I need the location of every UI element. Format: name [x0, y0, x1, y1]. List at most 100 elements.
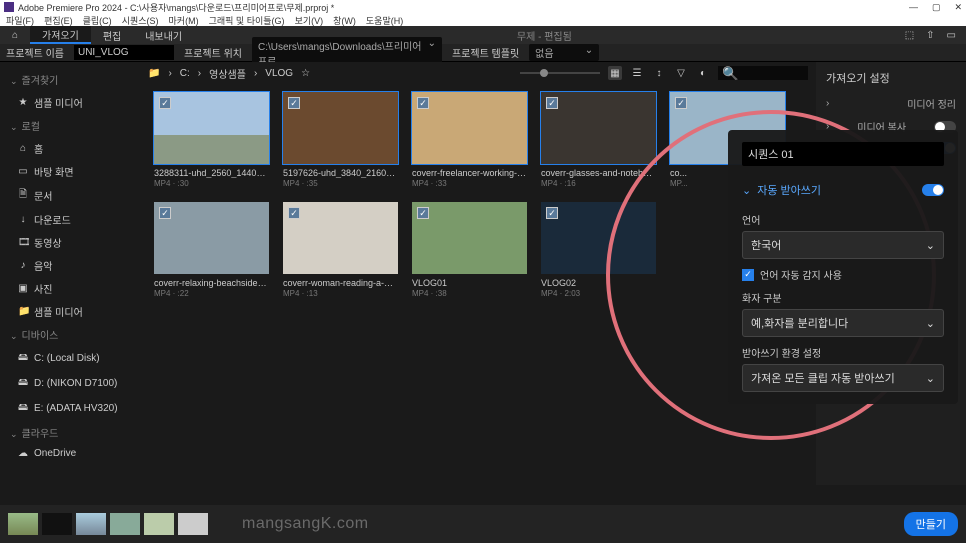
sidebar-item-music[interactable]: ♪음악 — [0, 254, 140, 277]
sidebar-section-local[interactable]: 로컬 — [0, 114, 140, 137]
sidebar-item-drive-e[interactable]: 🖴E: (ADATA HV320) — [0, 396, 140, 421]
quick-export-icon[interactable]: ⬚ — [905, 30, 914, 41]
checkbox-icon[interactable]: ✓ — [288, 207, 300, 219]
create-button[interactable]: 만들기 — [904, 512, 958, 536]
bottom-bar: mangsangK.com 만들기 — [0, 505, 966, 543]
language-select[interactable]: 한국어⌄ — [742, 231, 944, 259]
clip-meta: MP4 · :38 — [412, 289, 527, 298]
menu-file[interactable]: 파일(F) — [6, 14, 34, 27]
list-view-icon[interactable]: ☰ — [630, 66, 644, 80]
checkbox-icon[interactable]: ✓ — [159, 207, 171, 219]
close-icon[interactable]: ✕ — [954, 2, 962, 13]
minimize-icon[interactable]: — — [909, 2, 918, 13]
menu-clip[interactable]: 클립(C) — [83, 14, 112, 27]
setting-media-organize[interactable]: ›미디어 정리 — [826, 92, 956, 115]
clip-card[interactable]: ✓VLOG01MP4 · :38 — [412, 202, 527, 298]
clip-meta: MP4 · :33 — [412, 179, 527, 188]
sidebar-item-videos[interactable]: 🎞동영상 — [0, 231, 140, 254]
clip-name: VLOG02 — [541, 278, 656, 288]
auto-detect-checkbox[interactable]: ✓언어 자동 감지 사용 — [742, 267, 944, 282]
env-label: 받아쓰기 환경 설정 — [742, 345, 944, 360]
clip-thumbnail[interactable]: ✓ — [283, 92, 398, 164]
project-template-select[interactable]: 없음⌄ — [529, 44, 599, 61]
drive-icon: 🖴 — [18, 375, 28, 392]
checkbox-icon[interactable]: ✓ — [159, 97, 171, 109]
clip-card[interactable]: ✓coverr-woman-reading-a-menu-90...MP4 · … — [283, 202, 398, 298]
crumb-folder[interactable]: 영상샘플 — [209, 66, 246, 81]
tab-edit[interactable]: 편집 — [91, 26, 133, 44]
sidebar-item-sample-media[interactable]: ★샘플 미디어 — [0, 91, 140, 114]
clip-card[interactable]: ✓VLOG02MP4 · 2:03 — [541, 202, 656, 298]
chevron-down-icon: ⌄ — [742, 184, 751, 197]
tab-export[interactable]: 내보내기 — [133, 26, 194, 44]
favorite-star-icon[interactable]: ☆ — [301, 68, 310, 79]
menu-sequence[interactable]: 시퀀스(S) — [122, 14, 159, 27]
timeline-thumb[interactable] — [178, 513, 208, 535]
clip-card[interactable]: ✓3288311-uhd_2560_1440_30fpsMP4 · :30 — [154, 92, 269, 188]
menu-edit[interactable]: 편집(E) — [44, 14, 73, 27]
clip-thumbnail[interactable]: ✓ — [412, 92, 527, 164]
timeline-thumb[interactable] — [76, 513, 106, 535]
menu-marker[interactable]: 마커(M) — [169, 14, 199, 27]
menu-view[interactable]: 보기(V) — [295, 14, 324, 27]
project-name-input[interactable] — [74, 45, 174, 60]
share-icon[interactable]: ⇧ — [926, 30, 934, 41]
filter-icon[interactable]: ▽ — [674, 66, 688, 80]
timeline-thumb[interactable] — [144, 513, 174, 535]
clip-thumbnail[interactable]: ✓ — [541, 202, 656, 274]
clip-card[interactable]: ✓coverr-relaxing-beachside-reading-s...M… — [154, 202, 269, 298]
speaker-select[interactable]: 예,화자를 분리합니다⌄ — [742, 309, 944, 337]
sidebar-item-onedrive[interactable]: ☁OneDrive — [0, 444, 140, 463]
home-icon[interactable]: ⌂ — [0, 30, 30, 41]
clip-thumbnail[interactable]: ✓ — [154, 202, 269, 274]
menu-window[interactable]: 창(W) — [333, 14, 356, 27]
sidebar-item-drive-c[interactable]: 🖴C: (Local Disk) — [0, 346, 140, 371]
crumb-sub[interactable]: VLOG — [265, 68, 293, 79]
menu-graphics[interactable]: 그래픽 및 타이틀(G) — [209, 14, 285, 27]
sidebar-section-cloud[interactable]: 클라우드 — [0, 421, 140, 444]
timeline-thumb[interactable] — [110, 513, 140, 535]
checkbox-icon[interactable]: ✓ — [675, 97, 687, 109]
sidebar-item-drive-d[interactable]: 🖴D: (NIKON D7100) — [0, 371, 140, 396]
settings-icon[interactable]: ◐ — [696, 66, 710, 80]
checkbox-icon[interactable]: ✓ — [417, 97, 429, 109]
workspace-icon[interactable]: ▭ — [947, 30, 956, 41]
media-browser: 📁 › C: › 영상샘플 › VLOG ☆ ▦ ☰ ↕ ▽ ◐ ✓328831… — [140, 62, 816, 485]
checkbox-icon[interactable]: ✓ — [288, 97, 300, 109]
clip-thumbnail[interactable]: ✓ — [283, 202, 398, 274]
sidebar-item-photos[interactable]: ▣사진 — [0, 277, 140, 300]
crumb-root[interactable]: › — [168, 68, 171, 79]
auto-transcribe-toggle[interactable] — [922, 184, 944, 196]
menu-help[interactable]: 도움말(H) — [366, 14, 403, 27]
sidebar-section-device[interactable]: 디바이스 — [0, 323, 140, 346]
sidebar-item-home[interactable]: ⌂홈 — [0, 137, 140, 160]
clip-thumbnail[interactable]: ✓ — [154, 92, 269, 164]
sidebar-item-sample[interactable]: 📁샘플 미디어 — [0, 300, 140, 323]
clip-card[interactable]: ✓5197626-uhd_3840_2160_25fpsMP4 · :35 — [283, 92, 398, 188]
sort-icon[interactable]: ↕ — [652, 66, 666, 80]
project-template-label: 프로젝트 템플릿 — [452, 45, 519, 60]
grid-view-icon[interactable]: ▦ — [608, 66, 622, 80]
sidebar-item-documents[interactable]: 🗎문서 — [0, 183, 140, 208]
sidebar-item-desktop[interactable]: ▭바탕 화면 — [0, 160, 140, 183]
maximize-icon[interactable]: ▢ — [932, 2, 941, 13]
checkbox-icon[interactable]: ✓ — [546, 97, 558, 109]
timeline-thumb[interactable] — [42, 513, 72, 535]
sidebar-section-favorites[interactable]: 즐겨찾기 — [0, 68, 140, 91]
tab-import[interactable]: 가져오기 — [30, 26, 91, 44]
thumbnail-size-slider[interactable] — [520, 72, 600, 74]
clip-thumbnail[interactable]: ✓ — [541, 92, 656, 164]
clip-card[interactable]: ✓coverr-glasses-and-notebooks-on-a...MP4… — [541, 92, 656, 188]
env-select[interactable]: 가져온 모든 클립 자동 받아쓰기⌄ — [742, 364, 944, 392]
sidebar-item-downloads[interactable]: ↓다운로드 — [0, 208, 140, 231]
crumb-c[interactable]: C: — [180, 68, 190, 79]
document-icon: 🗎 — [18, 187, 28, 204]
sequence-name-input[interactable]: 시퀀스 01 — [742, 142, 944, 166]
checkbox-icon[interactable]: ✓ — [417, 207, 429, 219]
checkbox-icon[interactable]: ✓ — [546, 207, 558, 219]
timeline-thumb[interactable] — [8, 513, 38, 535]
search-input[interactable] — [718, 66, 808, 80]
auto-transcribe-header[interactable]: ⌄ 자동 받아쓰기 — [742, 176, 944, 204]
clip-card[interactable]: ✓coverr-freelancer-working-from-ho...MP4… — [412, 92, 527, 188]
clip-thumbnail[interactable]: ✓ — [412, 202, 527, 274]
